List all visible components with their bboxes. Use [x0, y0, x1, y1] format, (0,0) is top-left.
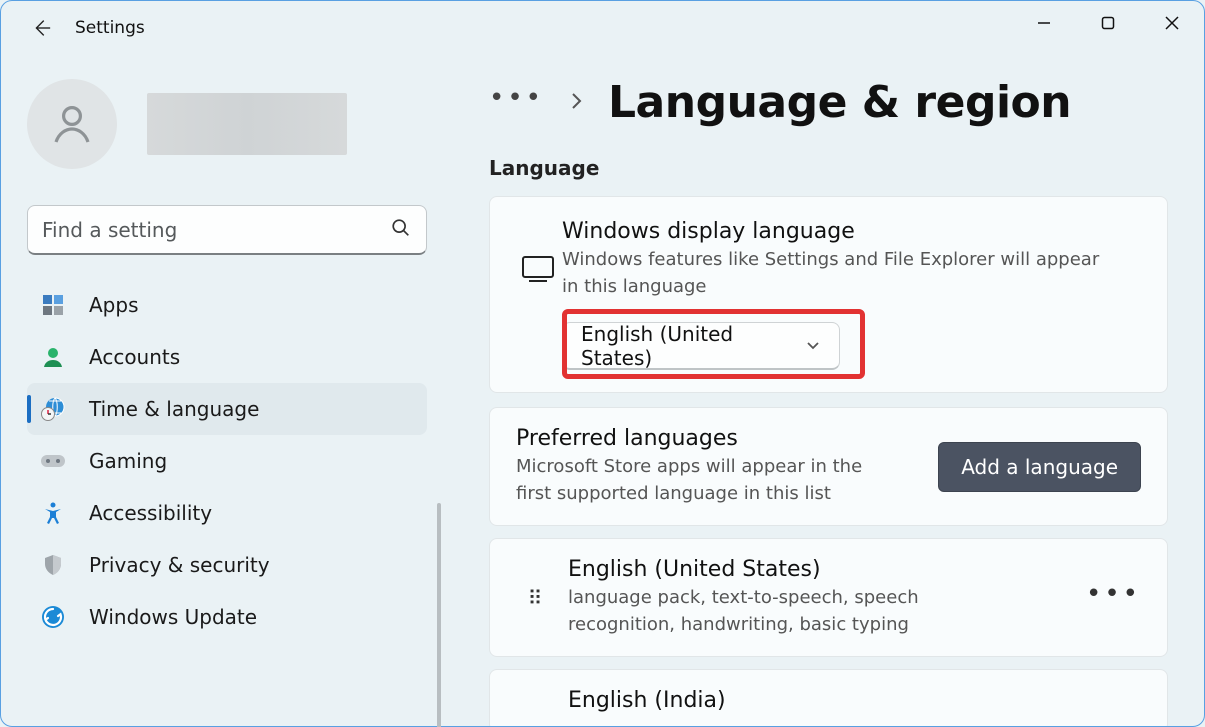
apps-icon: [39, 291, 67, 319]
search-placeholder: Find a setting: [42, 218, 177, 242]
user-profile[interactable]: [27, 79, 427, 169]
time-language-icon: [39, 395, 67, 423]
language-item-en-in[interactable]: ⠿ English (India): [489, 669, 1168, 726]
avatar: [27, 79, 117, 169]
sidebar-item-label: Apps: [89, 293, 139, 317]
sidebar-item-privacy-security[interactable]: Privacy & security: [27, 539, 427, 591]
section-language-label: Language: [489, 156, 1168, 180]
sidebar-item-label: Privacy & security: [89, 553, 270, 577]
breadcrumb: ••• Language & region: [489, 77, 1168, 128]
sidebar-item-apps[interactable]: Apps: [27, 279, 427, 331]
page-title: Language & region: [608, 77, 1071, 128]
sidebar-item-accessibility[interactable]: Accessibility: [27, 487, 427, 539]
sidebar-item-label: Accessibility: [89, 501, 212, 525]
sidebar-item-time-language[interactable]: Time & language: [27, 383, 427, 435]
breadcrumb-overflow-button[interactable]: •••: [489, 85, 544, 121]
chevron-right-icon: [568, 91, 584, 115]
gaming-icon: [39, 447, 67, 475]
sidebar-item-label: Windows Update: [89, 605, 257, 629]
preferred-languages-card: Preferred languages Microsoft Store apps…: [489, 407, 1168, 526]
sidebar-nav: Apps Accounts Time & language Gaming Acc…: [27, 279, 427, 643]
user-name-redacted: [147, 93, 347, 155]
drag-handle-icon[interactable]: ⠿: [516, 594, 556, 602]
windows-update-icon: [39, 603, 67, 631]
chevron-down-icon: [805, 334, 821, 358]
add-language-button[interactable]: Add a language: [938, 442, 1141, 492]
language-name: English (United States): [568, 557, 1086, 582]
language-item-en-us[interactable]: ⠿ English (United States) language pack,…: [489, 538, 1168, 657]
minimize-button[interactable]: [1012, 1, 1076, 45]
maximize-button[interactable]: [1076, 1, 1140, 45]
sidebar-item-windows-update[interactable]: Windows Update: [27, 591, 427, 643]
display-language-dropdown[interactable]: English (United States): [562, 322, 840, 370]
display-language-title: Windows display language: [562, 219, 1141, 244]
language-features: language pack, text-to-speech, speech re…: [568, 584, 1008, 638]
preferred-languages-title: Preferred languages: [516, 426, 876, 451]
search-input[interactable]: Find a setting: [27, 205, 427, 255]
preferred-languages-desc: Microsoft Store apps will appear in the …: [516, 453, 876, 507]
accounts-icon: [39, 343, 67, 371]
language-more-button[interactable]: •••: [1086, 579, 1141, 617]
window-controls: [1012, 1, 1204, 45]
close-button[interactable]: [1140, 1, 1204, 45]
display-language-value: English (United States): [581, 322, 805, 370]
display-icon: [514, 219, 562, 283]
shield-icon: [39, 551, 67, 579]
back-button[interactable]: [21, 8, 61, 48]
sidebar-item-label: Gaming: [89, 449, 167, 473]
search-icon: [390, 217, 412, 243]
sidebar-item-accounts[interactable]: Accounts: [27, 331, 427, 383]
sidebar-item-label: Accounts: [89, 345, 180, 369]
display-language-desc: Windows features like Settings and File …: [562, 246, 1102, 300]
app-title: Settings: [75, 18, 145, 38]
sidebar-item-gaming[interactable]: Gaming: [27, 435, 427, 487]
display-language-card: Windows display language Windows feature…: [489, 196, 1168, 393]
accessibility-icon: [39, 499, 67, 527]
content-area: ••• Language & region Language Windows d…: [441, 55, 1204, 726]
language-name: English (India): [568, 688, 1141, 713]
sidebar: Find a setting Apps Accounts Time & lang…: [1, 55, 441, 726]
sidebar-item-label: Time & language: [89, 397, 259, 421]
